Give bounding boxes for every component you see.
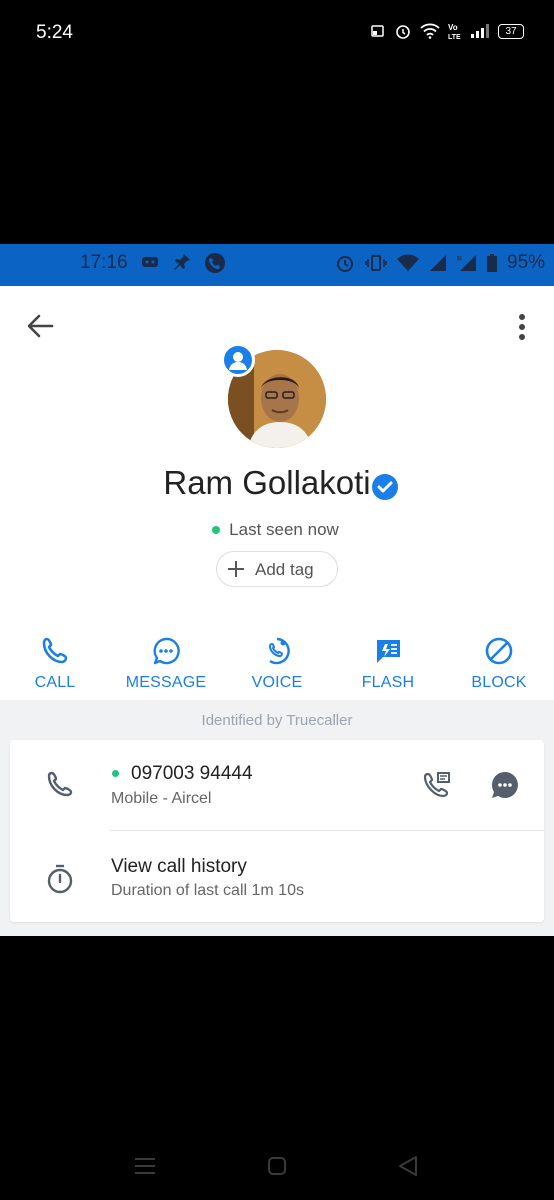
back-icon[interactable] [398, 1155, 418, 1177]
plus-icon [228, 561, 244, 577]
contact-badge-icon [221, 343, 255, 377]
verified-badge-icon [372, 474, 398, 500]
device-status-bar: 5:24 Vo LTE 37 [0, 0, 554, 70]
device-time: 5:24 [36, 22, 73, 43]
identified-by-text: Identified by Truecaller [201, 712, 353, 729]
app-status-time: 17:16 [80, 252, 128, 273]
app-status-bar: 17:16 R 95% [0, 244, 554, 286]
contact-detail-screen: Ram Gollakoti Last seen now Add tag CALL… [0, 286, 554, 936]
svg-text:R: R [457, 256, 462, 263]
truecaller-icon [205, 253, 225, 273]
battery-indicator: 37 [498, 23, 524, 39]
svg-text:LTE: LTE [448, 34, 461, 40]
block-icon [485, 637, 513, 665]
block-label: BLOCK [471, 674, 527, 691]
pin-icon [174, 254, 190, 270]
vibrate-icon [365, 255, 387, 271]
add-tag-label: Add tag [255, 560, 314, 579]
signal-icon [430, 255, 446, 271]
last-seen-text: Last seen now [229, 520, 339, 539]
divider [110, 830, 544, 831]
game-icon [142, 257, 158, 267]
back-arrow-icon[interactable] [24, 312, 56, 340]
contact-name: Ram Gollakoti [163, 464, 371, 501]
signal-roaming-icon: R [457, 255, 476, 271]
message-button[interactable]: MESSAGE [116, 636, 216, 692]
svg-text:Vo: Vo [448, 23, 458, 32]
online-status-dot [112, 770, 119, 777]
chat-bubble-icon [153, 637, 180, 665]
phone-icon[interactable] [46, 770, 74, 798]
voice-button[interactable]: VOICE [227, 636, 327, 692]
flash-message-icon [377, 640, 400, 663]
call-label: CALL [34, 674, 76, 691]
wifi-icon [397, 254, 419, 271]
phone-number[interactable]: 097003 94444 [131, 763, 253, 785]
message-label: MESSAGE [125, 674, 207, 691]
timer-icon [47, 864, 73, 894]
app-status-left-icons [140, 252, 226, 274]
signal-icon [471, 24, 489, 38]
alarm-icon [396, 25, 410, 39]
view-call-history-link[interactable]: View call history [111, 856, 247, 878]
battery-icon [487, 254, 497, 272]
add-tag-button[interactable]: Add tag [216, 551, 338, 587]
flash-label: FLASH [361, 674, 415, 691]
system-navigation-bar [0, 1140, 554, 1190]
battery-percent: 95% [507, 252, 546, 273]
contact-info-card: 097003 94444 Mobile - Aircel View call h… [10, 740, 544, 922]
device-status-icons: Vo LTE 37 [370, 22, 524, 40]
phone-icon [42, 637, 68, 664]
voice-label: VOICE [251, 674, 303, 691]
message-icon[interactable] [490, 770, 520, 800]
details-section: Identified by Truecaller 097003 94444 Mo… [0, 700, 554, 936]
last-call-duration: Duration of last call 1m 10s [111, 882, 304, 899]
wifi-icon [420, 23, 440, 39]
call-button[interactable]: CALL [5, 636, 105, 692]
more-options-icon[interactable] [512, 312, 532, 342]
phone-type: Mobile - Aircel [111, 790, 212, 807]
block-button[interactable]: BLOCK [449, 636, 549, 692]
volte-icon: Vo LTE [448, 23, 461, 40]
cast-icon [371, 25, 384, 37]
menu-icon[interactable] [134, 1156, 156, 1176]
home-icon[interactable] [267, 1156, 287, 1176]
call-options-icon[interactable] [422, 770, 452, 800]
alarm-icon [337, 256, 353, 272]
voice-call-icon [268, 637, 290, 665]
app-status-right-icons: R 95% [335, 252, 545, 274]
flash-button[interactable]: FLASH [338, 636, 438, 692]
